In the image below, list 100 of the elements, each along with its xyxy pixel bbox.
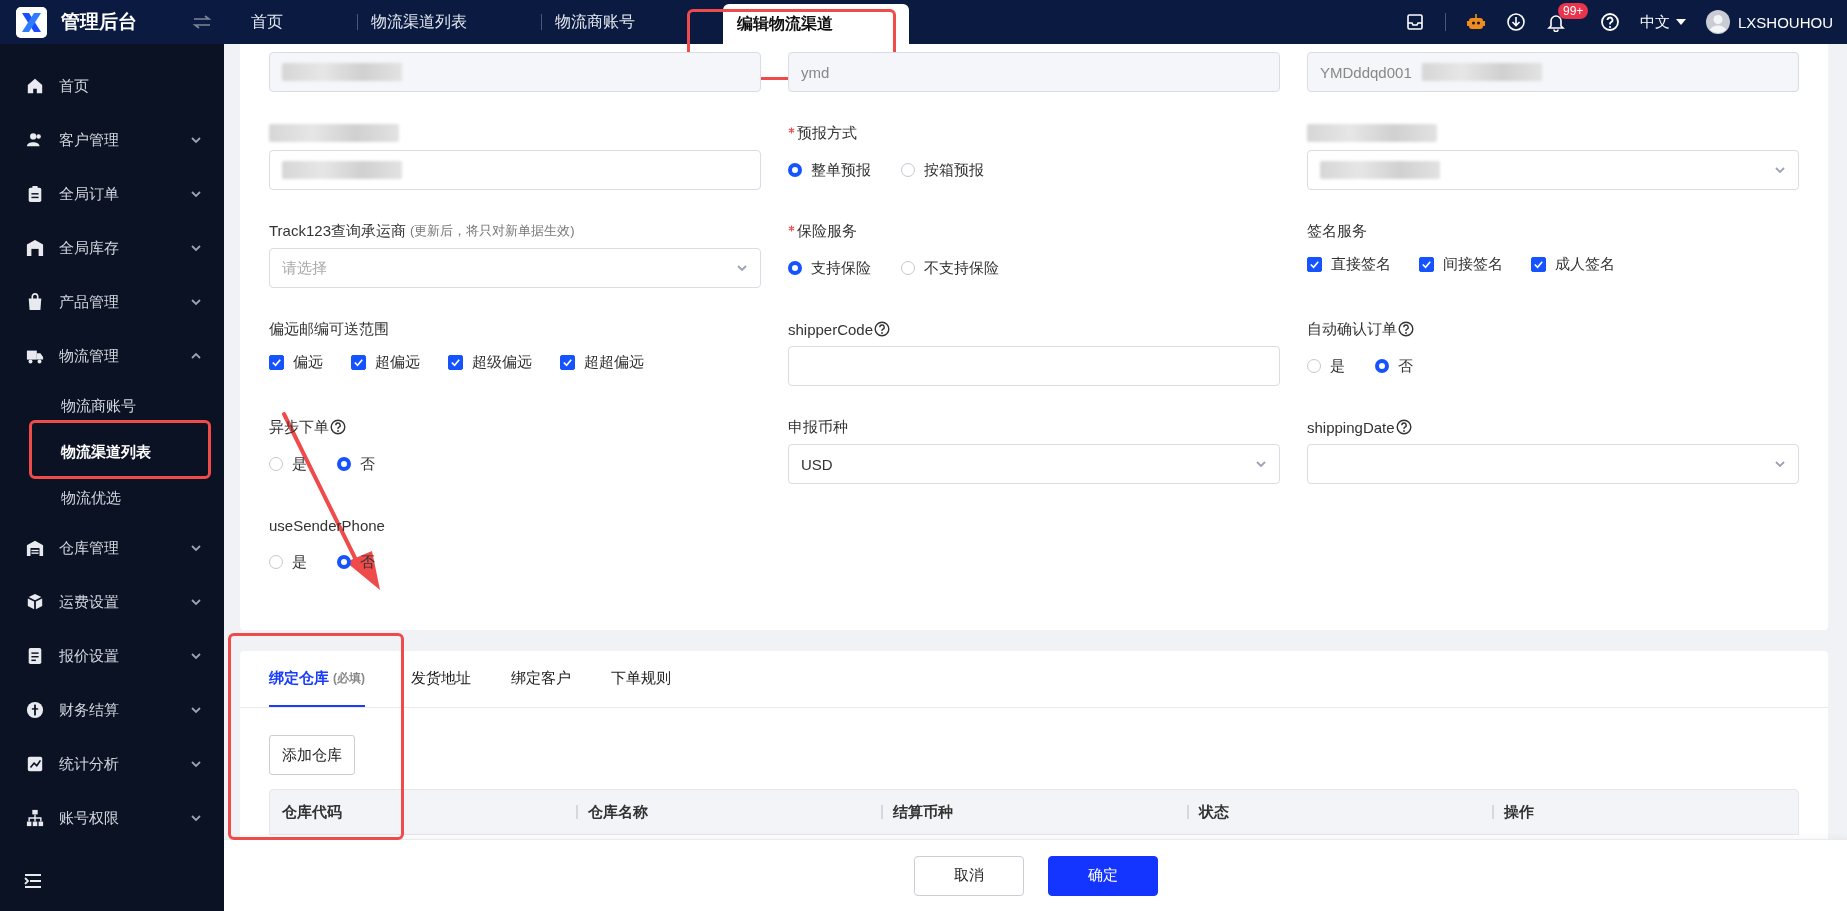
sidebar-subitem[interactable]: 物流商账号 [0,383,224,429]
checkbox[interactable] [560,354,575,370]
username[interactable]: LXSHOUHOU [1737,13,1833,31]
select-field[interactable]: USD [788,444,1280,484]
radio-button[interactable] [269,555,283,569]
help-icon[interactable] [1599,12,1620,32]
radio-option[interactable]: 是 [269,552,307,572]
checkbox-option[interactable]: 偏远 [269,352,323,372]
radio-button[interactable] [901,261,915,275]
field-label: 自动确认订单 [1307,319,1397,339]
sidebar-subitem[interactable]: 物流优选 [0,475,224,521]
field-label: Track123查询承运商 [269,221,406,241]
radio-button[interactable] [1375,359,1389,373]
sidebar-item[interactable]: 报价设置 [0,629,224,683]
radio-option[interactable]: 是 [1307,356,1345,376]
column-header: 仓库代码 [281,802,342,822]
checkbox[interactable] [1307,256,1322,272]
avatar-icon[interactable] [1705,10,1730,34]
sidebar-item[interactable]: 运费设置 [0,575,224,629]
chart-icon [26,755,44,773]
section-tab[interactable]: 绑定仓库 (必填) [269,651,365,707]
hierarchy-icon [26,809,44,827]
sidebar-item[interactable]: 财务结算 [0,683,224,737]
section-tab[interactable]: 下单规则 [611,651,671,707]
sidebar-item[interactable]: 仓库管理 [0,521,224,575]
users-icon [26,131,44,149]
column-header: 仓库名称 [587,802,648,822]
chevron-down-icon [736,262,748,274]
radio-button[interactable] [269,457,283,471]
radio-option[interactable]: 不支持保险 [901,258,999,278]
page-tab[interactable]: 物流渠道列表 [358,0,541,44]
column-header: 状态 [1198,802,1229,822]
sidebar-item[interactable]: 统计分析 [0,737,224,791]
document-icon [26,647,44,665]
checkbox-option[interactable]: 成人签名 [1531,254,1615,274]
select-field[interactable] [1307,444,1799,484]
caret-down-icon [1675,19,1686,25]
help-icon[interactable] [1395,419,1412,435]
language-select[interactable]: 中文 [1639,12,1686,32]
select-field[interactable] [1307,150,1799,190]
home-icon [26,77,44,95]
radio-option[interactable]: 否 [337,454,375,474]
input-field[interactable] [269,150,761,190]
radio-option[interactable]: 是 [269,454,307,474]
checkbox[interactable] [351,354,366,370]
radio-button[interactable] [1307,359,1321,373]
chevron-down-icon [1774,164,1786,176]
checkbox[interactable] [448,354,463,370]
radio-option[interactable]: 支持保险 [788,258,871,278]
warehouse-icon [26,539,44,557]
radio-option[interactable]: 按箱预报 [901,160,984,180]
notification-badge: 99+ [1557,3,1589,19]
swap-icon[interactable] [192,15,212,29]
input-field[interactable] [788,346,1280,386]
checkbox-option[interactable]: 超级偏远 [448,352,532,372]
page-tab[interactable]: 物流商账号 [542,0,709,44]
checkbox[interactable] [1419,256,1434,272]
radio-button[interactable] [788,163,802,177]
radio-option[interactable]: 否 [1375,356,1413,376]
chevron-down-icon [1255,458,1267,470]
add-warehouse-button[interactable]: 添加仓库 [269,735,355,775]
confirm-button[interactable]: 确定 [1047,855,1158,896]
download-icon[interactable] [1505,12,1526,32]
field-hint: (更新后，将只对新单据生效) [410,222,575,240]
section-tab[interactable]: 发货地址 [411,651,471,707]
page-tab[interactable]: 编辑物流渠道 [723,4,909,44]
sidebar-item[interactable]: 账号权限 [0,791,224,845]
field-label: shipperCode [788,320,874,338]
checkbox-option[interactable]: 超偏远 [351,352,420,372]
field-label: 申报币种 [788,417,848,437]
menu-collapse-icon[interactable] [24,873,42,889]
radio-button[interactable] [788,261,802,275]
sidebar-item[interactable]: 全局订单 [0,167,224,221]
sidebar-item[interactable]: 产品管理 [0,275,224,329]
help-icon[interactable] [1398,321,1414,337]
help-icon[interactable] [330,419,346,435]
field-label: shippingDate [1307,418,1395,436]
checkbox[interactable] [269,354,284,370]
checkbox[interactable] [1531,256,1546,272]
inbox-icon[interactable] [1404,12,1425,32]
checkbox-option[interactable]: 超超偏远 [560,352,644,372]
radio-button[interactable] [337,457,351,471]
help-icon[interactable] [874,321,891,337]
radio-button[interactable] [337,555,351,569]
chevron-down-icon [1774,458,1786,470]
sidebar-item[interactable]: 首页 [0,59,224,113]
sidebar-item[interactable]: 客户管理 [0,113,224,167]
section-tab[interactable]: 绑定客户 [511,651,571,707]
coin-icon [26,701,44,719]
sidebar-item[interactable]: 物流管理 [0,329,224,383]
field-label: 保险服务 [797,221,857,241]
cancel-button[interactable]: 取消 [913,855,1024,896]
robot-icon[interactable] [1465,12,1486,32]
sidebar-item[interactable]: 全局库存 [0,221,224,275]
page-tab[interactable]: 首页 [238,0,357,44]
checkbox-option[interactable]: 直接签名 [1307,254,1391,274]
sidebar-subitem[interactable]: 物流渠道列表 [0,429,224,475]
checkbox-option[interactable]: 间接签名 [1419,254,1503,274]
radio-button[interactable] [901,163,915,177]
radio-option[interactable]: 整单预报 [788,160,871,180]
